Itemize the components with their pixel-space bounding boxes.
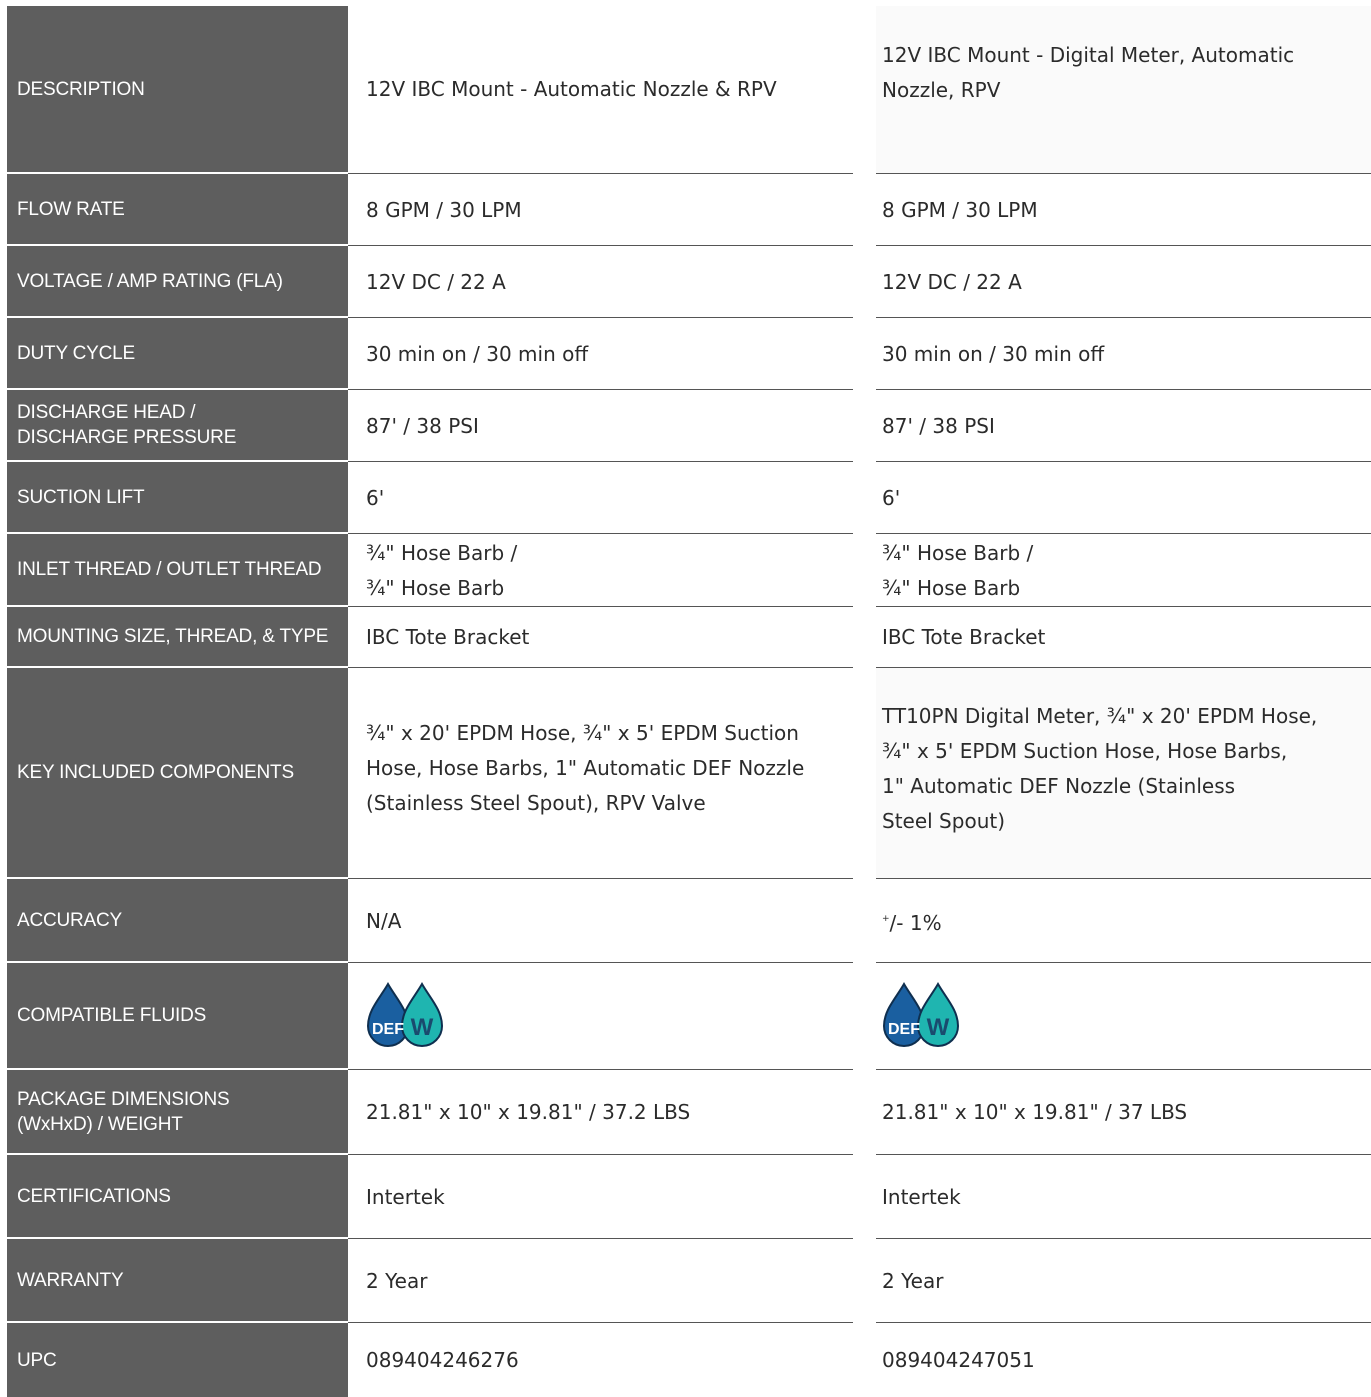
accuracy-value: /- 1% [889,910,942,935]
value-cell-col-b: DEF W [882,963,1371,1070]
spec-row-compatible-fluids: COMPATIBLE FLUIDS DEF W DEF W [0,963,1371,1070]
water-icon-label: W [411,1014,434,1041]
spec-row-thread: INLET THREAD / OUTLET THREAD ¾" Hose Bar… [0,534,1371,607]
value-cell-col-b: 21.81" x 10" x 19.81" / 37 LBS [882,1100,1188,1124]
value-cell-col-b: 12V IBC Mount - Digital Meter, Automatic… [882,43,1295,102]
row-label: DUTY CYCLE [7,318,348,390]
value-cell-col-a: 6' [366,485,385,510]
def-icon-label: DEF [888,1021,920,1038]
spec-row-components: KEY INCLUDED COMPONENTS ¾" x 20' EPDM Ho… [0,668,1371,879]
value-cell-col-b: 30 min on / 30 min off [882,341,1105,366]
row-label: DESCRIPTION [7,6,348,174]
row-label: CERTIFICATIONS [7,1155,348,1239]
spec-row-certifications: CERTIFICATIONS Intertek Intertek [0,1155,1371,1239]
value-cell-col-b: IBC Tote Bracket [882,625,1046,649]
value-cell-col-a: 87' / 38 PSI [366,413,479,438]
value-cell-col-b: 12V DC / 22 A [882,269,1022,294]
def-water-fluid-icon: DEF W [366,981,444,1047]
value-cell-col-a: DEF W [366,963,853,1070]
row-label: DISCHARGE HEAD / DISCHARGE PRESSURE [7,390,348,462]
row-label: INLET THREAD / OUTLET THREAD [7,534,348,607]
value-cell-col-a: ¾" Hose Barb / ¾" Hose Barb [366,540,518,600]
value-cell-col-b: 6' [882,485,901,510]
value-cell-col-a: 12V IBC Mount - Automatic Nozzle & RPV [366,76,777,101]
value-cell-col-b: Intertek [882,1184,961,1209]
value-cell-col-b: ¾" Hose Barb / ¾" Hose Barb [882,540,1034,600]
value-cell-col-b: TT10PN Digital Meter, ¾" x 20' EPDM Hose… [882,703,1318,833]
water-icon-label: W [927,1014,950,1041]
row-label: KEY INCLUDED COMPONENTS [7,668,348,879]
value-cell-col-b: 2 Year [882,1268,944,1293]
spec-row-duty-cycle: DUTY CYCLE 30 min on / 30 min off 30 min… [0,318,1371,390]
spec-row-package-dimensions: PACKAGE DIMENSIONS (WxHxD) / WEIGHT 21.8… [0,1070,1371,1155]
value-cell-col-a: 8 GPM / 30 LPM [366,197,522,222]
spec-row-description: DESCRIPTION 12V IBC Mount - Automatic No… [0,6,1371,174]
spec-row-suction-lift: SUCTION LIFT 6' 6' [0,462,1371,534]
spec-row-mounting: MOUNTING SIZE, THREAD, & TYPE IBC Tote B… [0,607,1371,668]
row-label: SUCTION LIFT [7,462,348,534]
spec-row-warranty: WARRANTY 2 Year 2 Year [0,1239,1371,1323]
value-cell-col-b: 089404247051 [882,1347,1035,1372]
row-label: ACCURACY [7,879,348,963]
value-cell-col-a: 12V DC / 22 A [366,269,506,294]
value-cell-col-a: 2 Year [366,1268,428,1293]
value-cell-col-a: 30 min on / 30 min off [366,341,589,366]
spec-row-upc: UPC 089404246276 089404247051 [0,1323,1371,1397]
row-label: WARRANTY [7,1239,348,1323]
spec-row-accuracy: ACCURACY N/A +/- 1% [0,879,1371,963]
value-cell-col-a: 089404246276 [366,1347,519,1372]
row-label: VOLTAGE / AMP RATING (FLA) [7,246,348,318]
spec-row-flow-rate: FLOW RATE 8 GPM / 30 LPM 8 GPM / 30 LPM [0,174,1371,246]
spec-row-discharge: DISCHARGE HEAD / DISCHARGE PRESSURE 87' … [0,390,1371,462]
value-cell-col-b: 8 GPM / 30 LPM [882,197,1038,222]
value-cell-col-b: +/- 1% [882,879,1371,963]
row-label: PACKAGE DIMENSIONS (WxHxD) / WEIGHT [7,1070,348,1155]
spec-row-voltage: VOLTAGE / AMP RATING (FLA) 12V DC / 22 A… [0,246,1371,318]
def-icon-label: DEF [372,1021,404,1038]
row-label: MOUNTING SIZE, THREAD, & TYPE [7,607,348,668]
value-cell-col-a: 21.81" x 10" x 19.81" / 37.2 LBS [366,1100,691,1124]
value-cell-col-a: N/A [366,908,402,933]
accuracy-plus-superscript: + [882,913,890,924]
row-label: FLOW RATE [7,174,348,246]
row-label: COMPATIBLE FLUIDS [7,963,348,1070]
value-cell-col-a: ¾" x 20' EPDM Hose, ¾" x 5' EPDM Suction… [366,721,805,815]
value-cell-col-a: IBC Tote Bracket [366,625,530,649]
value-cell-col-a: Intertek [366,1184,445,1209]
def-water-fluid-icon: DEF W [882,981,960,1047]
row-label: UPC [7,1323,348,1397]
value-cell-col-b: 87' / 38 PSI [882,413,995,438]
